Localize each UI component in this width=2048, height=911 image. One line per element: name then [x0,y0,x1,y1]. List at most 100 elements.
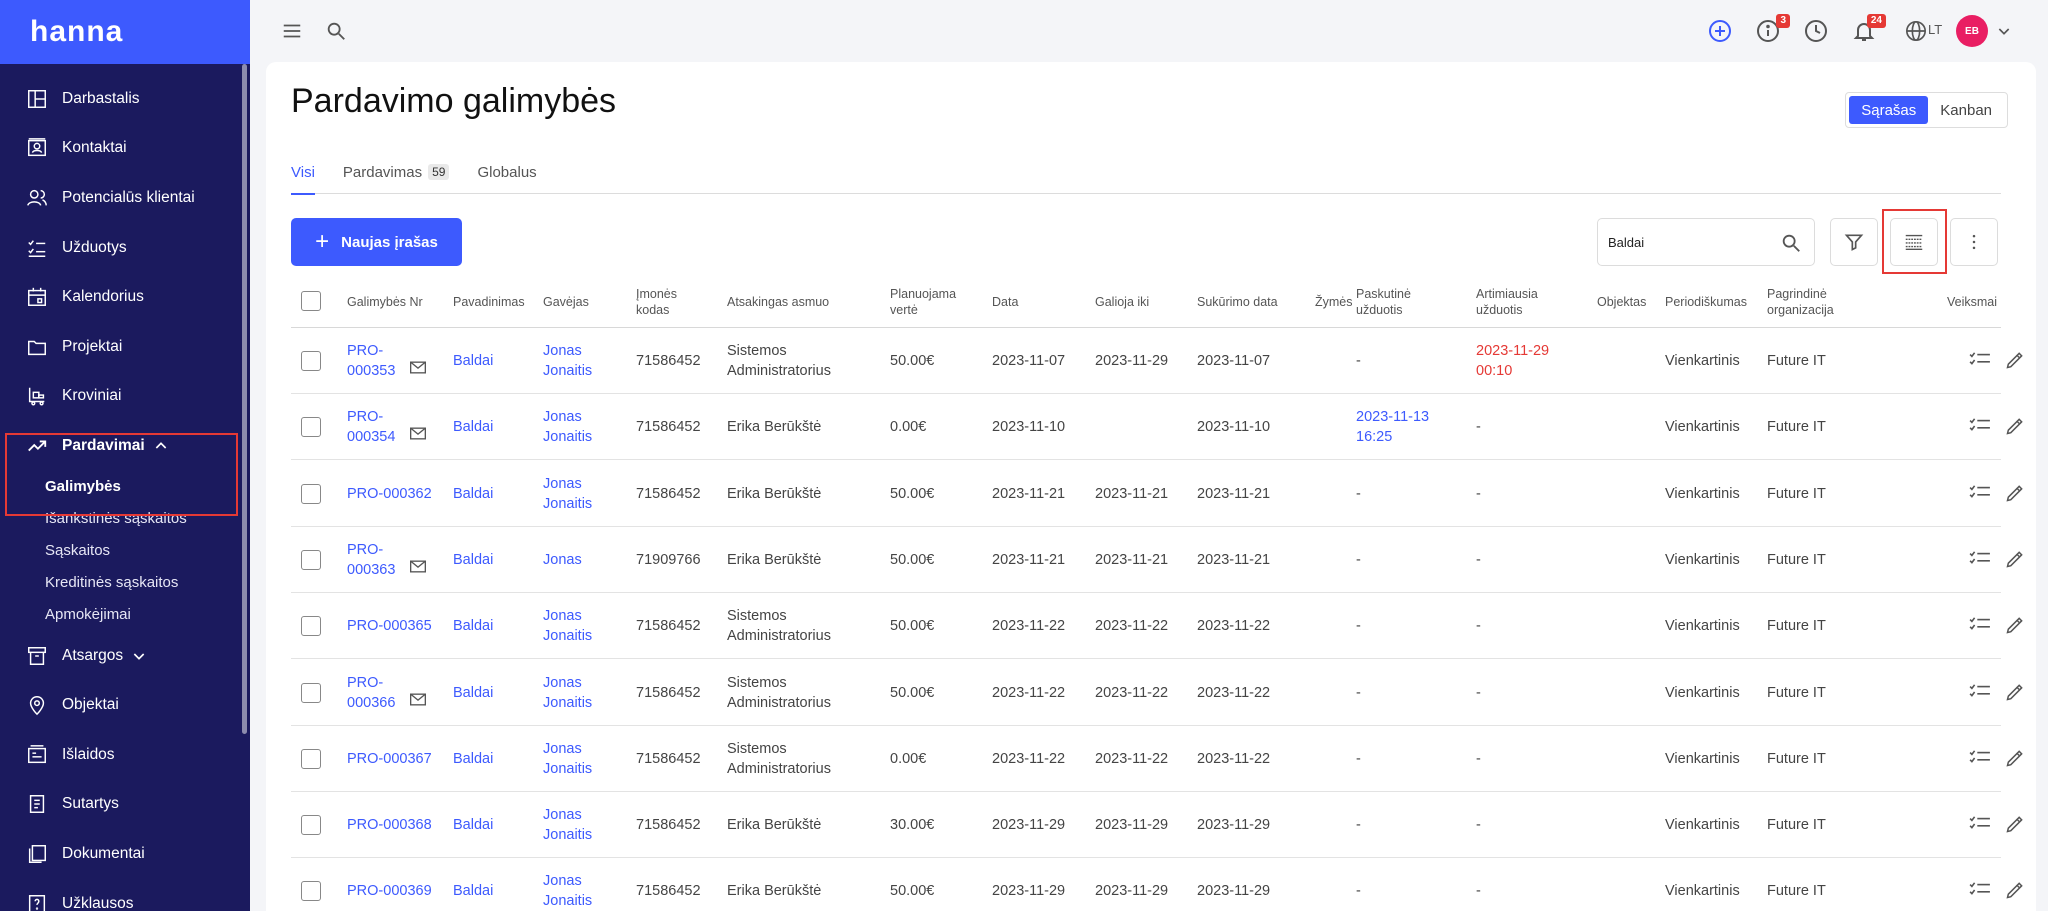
menu-icon[interactable] [278,17,306,45]
cell-name[interactable]: Baldai [453,461,533,527]
sidebar-item-sutartys[interactable]: Sutartys [0,780,250,830]
mail-icon[interactable] [410,361,426,374]
edit-icon[interactable] [2005,615,2025,635]
globe-icon[interactable] [1902,17,1930,45]
mail-icon[interactable] [410,560,426,573]
avatar[interactable]: EB [1956,15,1988,47]
opportunity-link[interactable]: PRO-000365 [347,616,447,636]
view-list-button[interactable]: Sąrašas [1849,96,1929,124]
col-header-next-task[interactable]: Artimiausia užduotis [1476,276,1556,328]
cell-recipient[interactable]: Jonas Jonaitis [543,792,613,858]
cell-name[interactable]: Baldai [453,328,533,394]
sidebar-subitem-saskaitos[interactable]: Sąskaitos [0,535,250,567]
table-row[interactable]: PRO-000354 Baldai Jonas Jonaitis 71586452 Er… [291,394,2023,461]
edit-icon[interactable] [2005,483,2025,503]
task-list-icon[interactable] [1969,417,1991,435]
language-selector[interactable]: LT [1928,22,1942,37]
edit-icon[interactable] [2005,880,2025,900]
cell-recipient[interactable]: Jonas Jonaitis [543,858,613,911]
table-row[interactable]: PRO-000353 Baldai Jonas Jonaitis 71586452 Si… [291,328,2023,394]
task-list-icon[interactable] [1969,484,1991,502]
col-header-recipient[interactable]: Gavėjas [543,276,613,328]
cell-recipient[interactable]: Jonas Jonaitis [543,726,613,792]
opportunity-link[interactable]: PRO-000369 [347,881,447,901]
task-list-icon[interactable] [1969,881,1991,899]
col-header-last-task[interactable]: Paskutinė užduotis [1356,276,1436,328]
clock-icon[interactable] [1802,17,1830,45]
tab-globalus[interactable]: Globalus [477,162,536,194]
edit-icon[interactable] [2005,416,2025,436]
opportunity-link[interactable]: PRO-000353 [347,341,417,381]
table-row[interactable]: PRO-000366 Baldai Jonas Jonaitis 71586452 Si… [291,660,2023,726]
task-list-icon[interactable] [1969,616,1991,634]
bell-icon[interactable]: 24 [1850,14,1886,45]
sidebar-item-kontaktai[interactable]: Kontaktai [0,124,250,174]
row-checkbox[interactable] [301,483,321,504]
col-header-org[interactable]: Pagrindinė organizacija [1767,276,1847,328]
select-all-checkbox[interactable] [301,291,321,311]
tab-visi[interactable]: Visi [291,162,315,195]
cell-nr[interactable]: PRO-000365 [347,593,447,659]
task-list-icon[interactable] [1969,749,1991,767]
row-checkbox[interactable] [301,815,321,836]
col-header-object[interactable]: Objektas [1597,276,1657,328]
sidebar-subitem-apmokejimai[interactable]: Apmokėjimai [0,599,250,631]
row-checkbox[interactable] [301,881,321,902]
cell-nr[interactable]: PRO-000362 [347,461,447,527]
col-header-responsible[interactable]: Atsakingas asmuo [727,276,857,328]
sidebar-item-kalendorius[interactable]: Kalendorius [0,272,250,322]
add-circle-icon[interactable] [1706,17,1734,45]
cell-recipient[interactable]: Jonas Jonaitis [543,328,613,394]
table-row[interactable]: PRO-000367 Baldai Jonas Jonaitis 71586452 Si… [291,726,2023,792]
col-header-name[interactable]: Pavadinimas [453,276,533,328]
sidebar-item-kroviniai[interactable]: Kroviniai [0,372,250,422]
table-row[interactable]: PRO-000363 Baldai Jonas 71909766 Erika Berūk… [291,527,2023,593]
cell-nr[interactable]: PRO-000353 [347,328,447,394]
cell-recipient[interactable]: Jonas Jonaitis [543,394,613,460]
row-checkbox[interactable] [301,549,321,570]
chevron-down-icon[interactable] [131,648,147,664]
cell-nr[interactable]: PRO-000354 [347,394,447,460]
sidebar-item-islaidos[interactable]: Išlaidos [0,730,250,780]
edit-icon[interactable] [2005,814,2025,834]
edit-icon[interactable] [2005,748,2025,768]
cell-recipient[interactable]: Jonas [543,527,613,593]
col-header-periodicity[interactable]: Periodiškumas [1665,276,1755,328]
table-row[interactable]: PRO-000362 Baldai Jonas Jonaitis 71586452 Er… [291,461,2023,527]
opportunity-link[interactable]: PRO-000366 [347,673,417,713]
opportunity-link[interactable]: PRO-000354 [347,407,417,447]
cell-name[interactable]: Baldai [453,660,533,726]
col-header-created[interactable]: Sukūrimo data [1197,276,1297,328]
col-header-value[interactable]: Planuojama vertė [890,276,970,328]
sidebar-scrollbar[interactable] [242,64,247,734]
search-icon[interactable] [322,17,350,45]
sidebar-subitem-kreditines-saskaitos[interactable]: Kreditinės sąskaitos [0,567,250,599]
mail-icon[interactable] [410,693,426,706]
more-options-button[interactable] [1950,218,1998,266]
chevron-down-icon[interactable] [1996,23,2012,39]
sidebar-item-atsargos[interactable]: Atsargos [0,631,250,681]
sidebar-item-uzduotys[interactable]: Užduotys [0,223,250,273]
edit-icon[interactable] [2005,549,2025,569]
cell-nr[interactable]: PRO-000368 [347,792,447,858]
view-kanban-button[interactable]: Kanban [1928,96,2004,124]
task-list-icon[interactable] [1969,351,1991,369]
opportunity-link[interactable]: PRO-000367 [347,749,447,769]
sidebar-item-darbastalis[interactable]: Darbastalis [0,74,250,124]
cell-name[interactable]: Baldai [453,394,533,460]
col-header-valid[interactable]: Galioja iki [1095,276,1175,328]
opportunity-link[interactable]: PRO-000362 [347,484,447,504]
search-input[interactable]: Baldai [1597,218,1815,266]
cell-nr[interactable]: PRO-000369 [347,858,447,911]
cell-name[interactable]: Baldai [453,527,533,593]
cell-nr[interactable]: PRO-000367 [347,726,447,792]
app-logo[interactable]: hanna [0,0,250,64]
mail-icon[interactable] [410,427,426,440]
sidebar-item-uzklausos[interactable]: Užklausos [0,879,250,911]
info-icon[interactable]: 3 [1754,14,1790,45]
new-record-button[interactable]: + Naujas įrašas [291,218,462,266]
cell-recipient[interactable]: Jonas Jonaitis [543,461,613,527]
task-list-icon[interactable] [1969,815,1991,833]
row-checkbox[interactable] [301,748,321,769]
row-checkbox[interactable] [301,616,321,637]
